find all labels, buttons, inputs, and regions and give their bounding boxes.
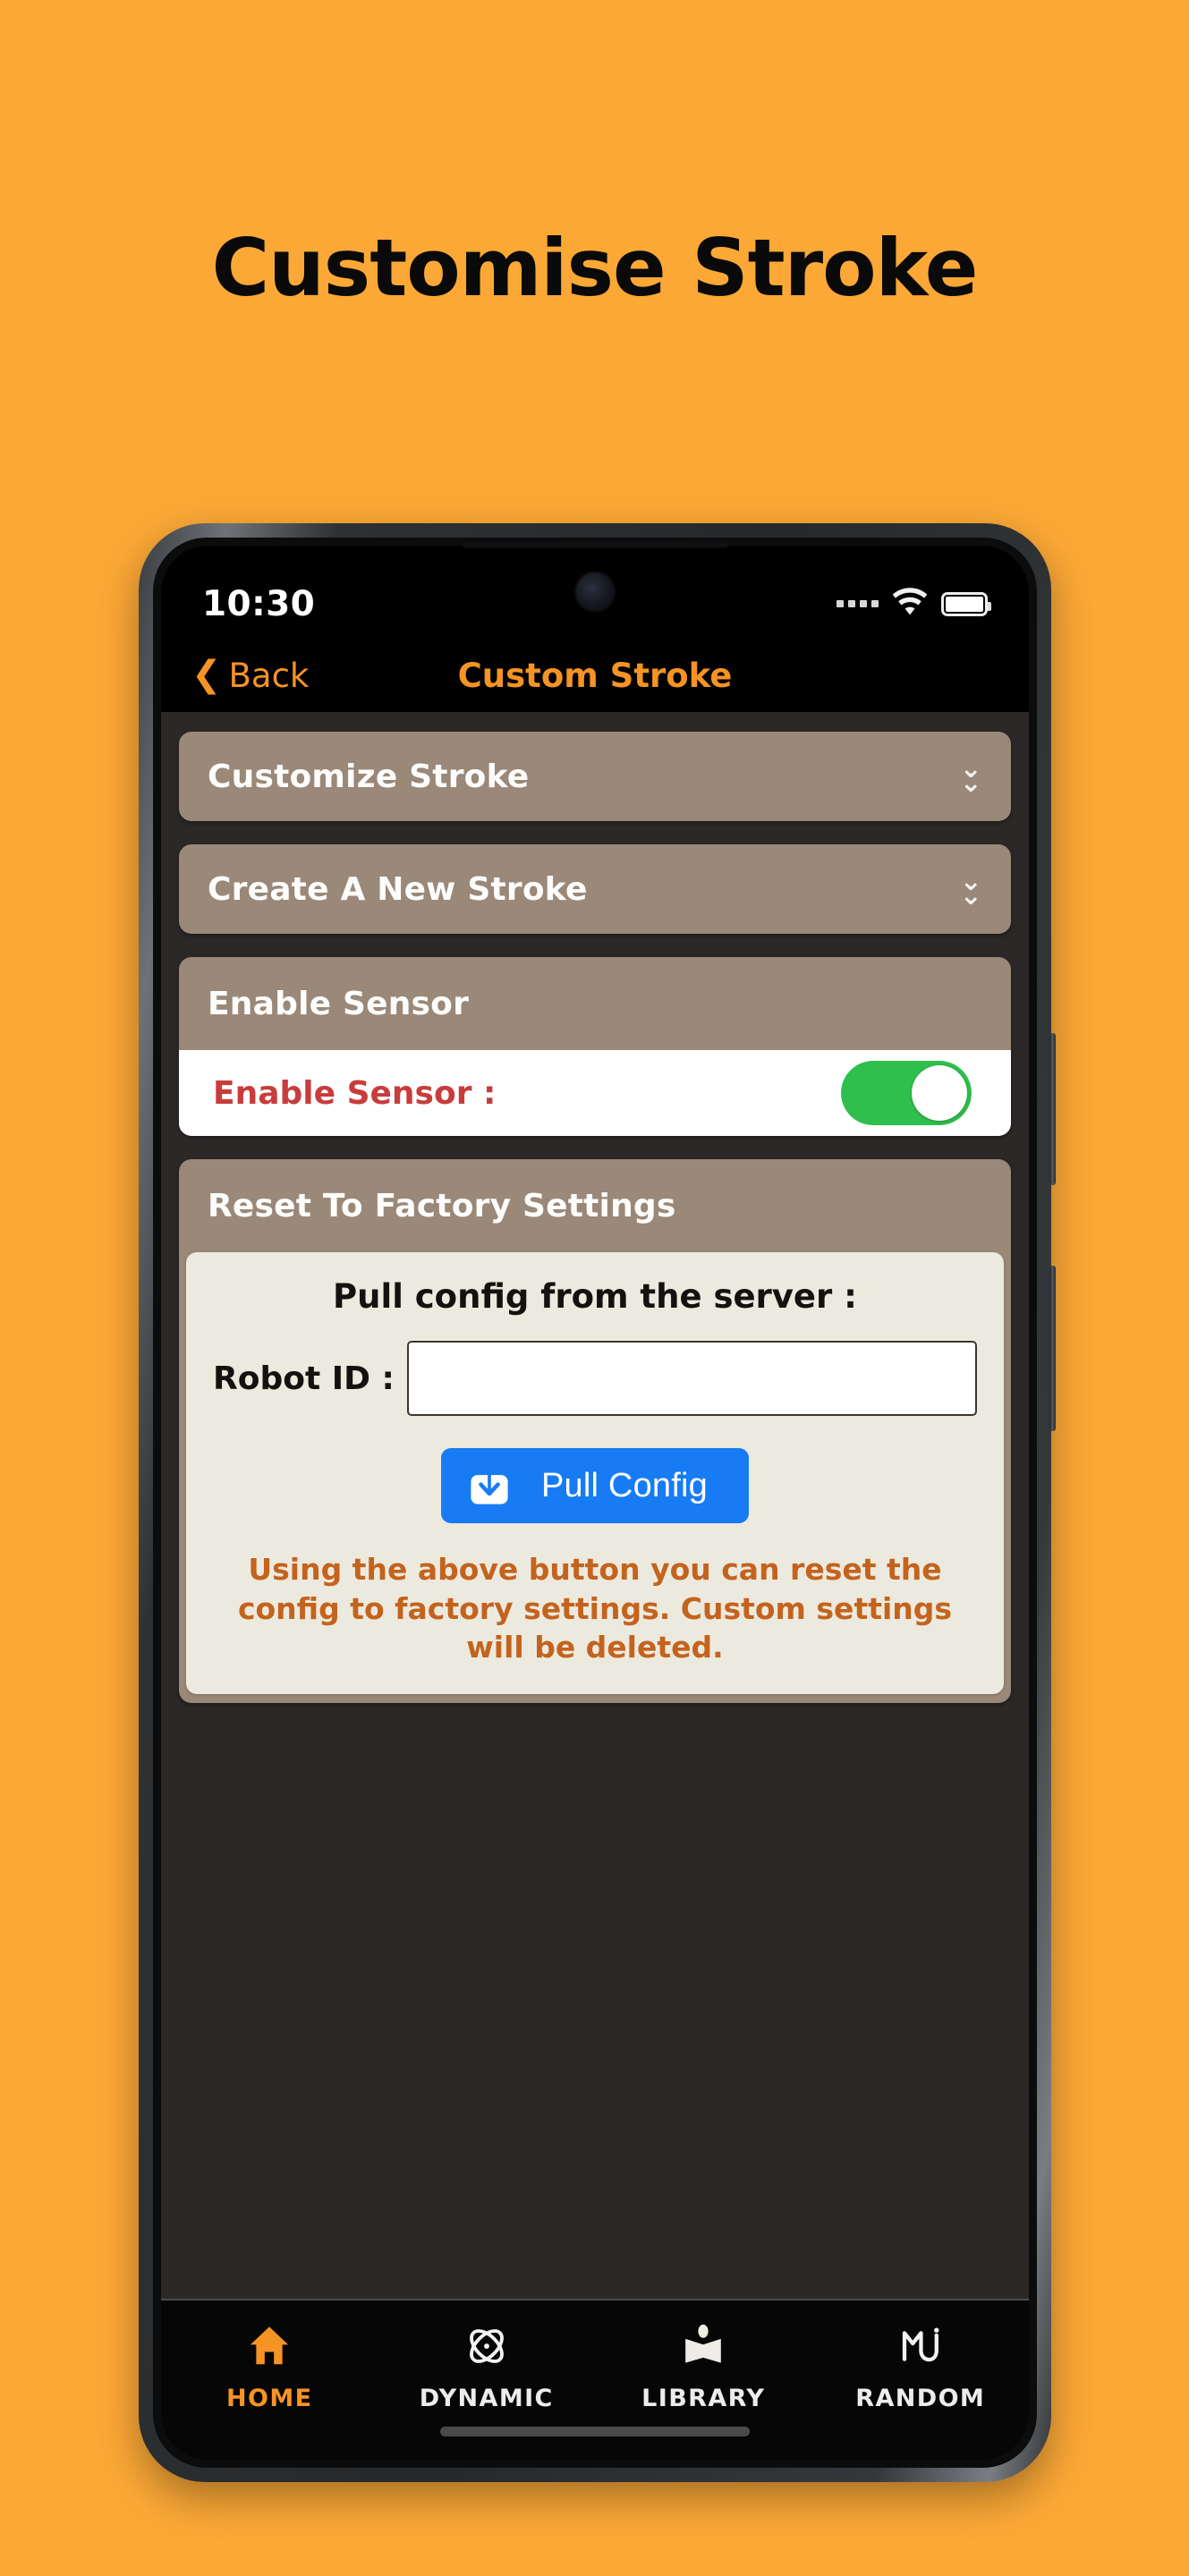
status-time: 10:30: [202, 583, 316, 624]
enable-sensor-header-label: Enable Sensor: [208, 985, 470, 1022]
chevron-left-icon: ❮: [191, 653, 222, 695]
robot-id-row: Robot ID :: [208, 1341, 982, 1416]
atom-icon: [463, 2320, 511, 2372]
nav-bar: ❮ Back Custom Stroke: [161, 639, 1029, 712]
shuffle-mj-icon: [896, 2320, 945, 2372]
tab-library-label: LIBRARY: [641, 2385, 766, 2412]
volume-button[interactable]: [1049, 1266, 1056, 1431]
accordion-header[interactable]: Create A New Stroke ⌄ ⌄: [179, 844, 1011, 934]
tab-home-label: HOME: [226, 2385, 313, 2412]
phone-mockup: 10:30 ❮ Back Custom Stroke Customize Str…: [139, 523, 1056, 2482]
tab-dynamic-label: DYNAMIC: [419, 2385, 554, 2412]
enable-sensor-toggle[interactable]: [841, 1061, 972, 1125]
download-icon: [466, 1462, 513, 1509]
accordion-header[interactable]: Customize Stroke ⌄ ⌄: [179, 732, 1011, 821]
page-title: Customise Stroke: [211, 222, 979, 314]
reset-body: Pull config from the server : Robot ID :: [186, 1252, 1004, 1694]
section-reset-factory-settings: Reset To Factory Settings Pull config fr…: [179, 1159, 1011, 1703]
accordion-create-new-stroke[interactable]: Create A New Stroke ⌄ ⌄: [179, 844, 1011, 934]
pull-config-button-wrap: Pull Config: [208, 1448, 982, 1523]
section-enable-sensor: Enable Sensor Enable Sensor :: [179, 957, 1011, 1136]
enable-sensor-row: Enable Sensor :: [179, 1050, 1011, 1136]
tab-home[interactable]: HOME: [161, 2320, 378, 2412]
reset-warning-text: Using the above button you can reset the…: [237, 1552, 953, 1665]
wifi-icon: [891, 587, 929, 621]
back-button[interactable]: ❮ Back: [191, 657, 309, 695]
robot-id-input[interactable]: [406, 1341, 977, 1416]
back-label: Back: [228, 656, 310, 695]
home-indicator[interactable]: [440, 2427, 750, 2436]
phone-bezel: 10:30 ❮ Back Custom Stroke Customize Str…: [153, 538, 1037, 2468]
robot-id-label: Robot ID :: [213, 1360, 395, 1397]
tab-random-label: RANDOM: [855, 2385, 986, 2412]
accordion-label: Customize Stroke: [208, 758, 530, 795]
pull-config-title: Pull config from the server :: [333, 1277, 857, 1316]
pull-config-label: Pull Config: [541, 1466, 708, 1504]
status-icons: [837, 587, 991, 621]
accordion-label: Create A New Stroke: [208, 870, 588, 908]
content-area: Customize Stroke ⌄ ⌄ Create A New Stroke …: [161, 712, 1029, 2299]
home-icon: [244, 2320, 294, 2372]
double-chevron-down-icon: ⌄ ⌄: [959, 753, 982, 799]
tab-library[interactable]: LIBRARY: [595, 2320, 812, 2412]
book-icon: [679, 2320, 727, 2372]
battery-full-icon: [941, 591, 991, 616]
accordion-customize-stroke[interactable]: Customize Stroke ⌄ ⌄: [179, 732, 1011, 821]
reset-header-label: Reset To Factory Settings: [208, 1187, 676, 1224]
front-camera-icon: [575, 572, 615, 611]
double-chevron-down-icon: ⌄ ⌄: [959, 866, 982, 911]
signal-dots-icon: [837, 600, 879, 607]
power-button[interactable]: [1049, 1033, 1056, 1185]
phone-screen: 10:30 ❮ Back Custom Stroke Customize Str…: [161, 546, 1029, 2460]
tab-dynamic[interactable]: DYNAMIC: [378, 2320, 596, 2412]
toggle-knob: [912, 1065, 967, 1121]
status-bar: 10:30: [161, 546, 1029, 639]
enable-sensor-header[interactable]: Enable Sensor: [179, 957, 1011, 1050]
earpiece-icon: [461, 540, 729, 548]
reset-header[interactable]: Reset To Factory Settings: [179, 1159, 1011, 1252]
tab-random[interactable]: RANDOM: [812, 2320, 1030, 2412]
pull-config-button[interactable]: Pull Config: [441, 1448, 749, 1523]
enable-sensor-label: Enable Sensor :: [213, 1074, 497, 1112]
